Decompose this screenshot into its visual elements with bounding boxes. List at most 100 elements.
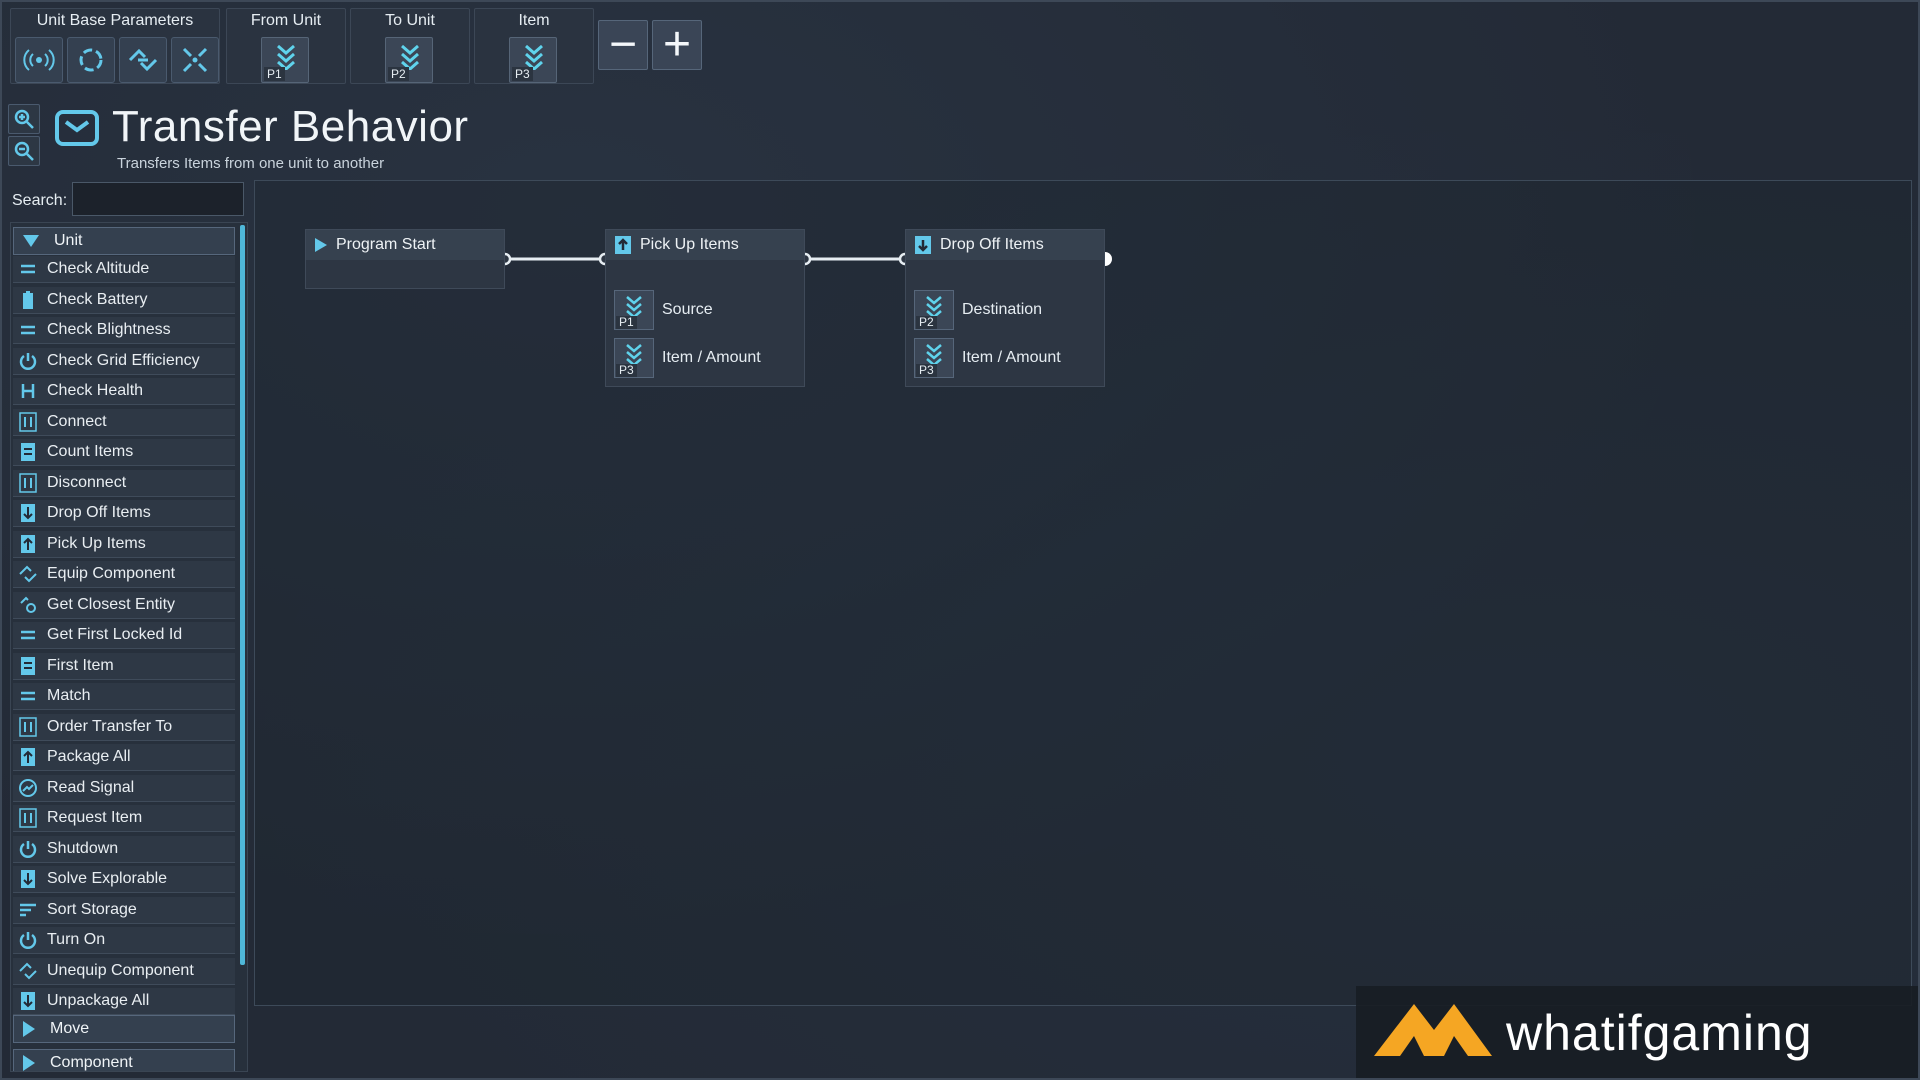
palette-item-label: Unequip Component: [47, 961, 194, 979]
param-tile: P3: [914, 338, 954, 378]
palette-item[interactable]: Match: [13, 683, 235, 710]
search-label: Search:: [12, 192, 68, 209]
palette-item-label: Check Battery: [47, 290, 148, 308]
param-from-unit[interactable]: From Unit P1: [226, 8, 346, 84]
remove-parameter-button[interactable]: −: [598, 20, 648, 70]
pick-up-icon: [615, 236, 631, 254]
palette-item-label: Get Closest Entity: [47, 595, 176, 613]
palette-item-label: Match: [47, 687, 91, 704]
node-param-row[interactable]: P2 Destination: [914, 290, 1042, 330]
param-to-unit[interactable]: To Unit P2: [350, 8, 470, 84]
palette-item[interactable]: Unpackage All: [13, 988, 235, 1015]
zoom-out-icon: [14, 141, 34, 161]
node-header[interactable]: Pick Up Items: [606, 230, 804, 260]
palette-item[interactable]: Count Items: [13, 439, 235, 466]
param-label: From Unit: [250, 12, 322, 29]
palette-item-label: Package All: [47, 748, 131, 765]
param-row-label: Destination: [962, 301, 1043, 318]
category-label: Component: [50, 1054, 133, 1071]
palette-item[interactable]: Package All: [13, 744, 235, 771]
category-unit[interactable]: Unit: [13, 227, 235, 255]
component-icon: [17, 564, 39, 584]
palette-item-label: Unpackage All: [47, 992, 150, 1009]
unit-base-parameters-group: Unit Base Parameters: [10, 8, 220, 84]
node-param-row[interactable]: P3 Item / Amount: [914, 338, 1061, 378]
connect-icon: [17, 716, 39, 737]
zoom-out-button[interactable]: [8, 136, 40, 166]
link-icon[interactable]: [119, 37, 167, 83]
node-title: Program Start: [336, 236, 436, 253]
param-tile[interactable]: P3: [509, 37, 557, 83]
category-component[interactable]: Component: [13, 1049, 235, 1071]
palette-item[interactable]: Get Closest Entity: [13, 591, 235, 619]
palette-item[interactable]: Check Grid Efficiency: [13, 347, 235, 375]
node-pick-up-items[interactable]: Pick Up Items P1 Source P3 Item / Amount: [605, 229, 805, 387]
connect-icon: [17, 808, 39, 828]
category-move[interactable]: Move: [13, 1015, 235, 1043]
palette-item[interactable]: Get First Locked Id: [13, 622, 235, 649]
palette-item-label: Read Signal: [47, 778, 135, 796]
node-param-row[interactable]: P1 Source: [614, 290, 713, 330]
palette-item-label: Turn On: [47, 931, 106, 948]
palette-item[interactable]: Turn On: [13, 927, 235, 954]
palette-item[interactable]: Connect: [13, 408, 235, 436]
palette-item[interactable]: Check Altitude: [13, 256, 235, 283]
count-icon: [17, 442, 39, 462]
zoom-in-button[interactable]: [8, 104, 40, 134]
program-canvas[interactable]: Program Start Pick Up Items P1 Source P3…: [254, 180, 1912, 1006]
search-input[interactable]: [72, 182, 244, 216]
param-tile[interactable]: P1: [261, 37, 309, 83]
watermark-logo: [1374, 1004, 1492, 1056]
behavior-icon: [55, 110, 99, 146]
palette-item[interactable]: Pick Up Items: [13, 530, 235, 558]
palette-item-label: Pick Up Items: [47, 534, 146, 552]
param-tag: P2: [388, 67, 409, 81]
pick-up-icon: [17, 534, 39, 554]
node-header[interactable]: Program Start: [306, 230, 504, 260]
palette-item-label: Request Item: [47, 809, 143, 826]
chevron-right-icon: [23, 1021, 35, 1037]
node-header[interactable]: Drop Off Items: [906, 230, 1104, 260]
palette-item[interactable]: Drop Off Items: [13, 500, 235, 527]
palette-item[interactable]: Equip Component: [13, 561, 235, 588]
palette-item[interactable]: Check Health: [13, 378, 235, 405]
drop-off-icon: [17, 869, 39, 889]
node-param-row[interactable]: P3 Item / Amount: [614, 338, 761, 378]
equals-icon: [17, 686, 39, 706]
palette-item[interactable]: Sort Storage: [13, 896, 235, 924]
node-drop-off-items[interactable]: Drop Off Items P2 Destination P3 Item / …: [905, 229, 1105, 387]
category-label: Unit: [54, 232, 83, 249]
palette-item[interactable]: Check Battery: [13, 286, 235, 314]
node-program-start[interactable]: Program Start: [305, 229, 505, 289]
compress-icon[interactable]: [171, 37, 219, 83]
palette-item-label: Check Grid Efficiency: [47, 351, 200, 369]
cycle-icon[interactable]: [67, 37, 115, 83]
power-icon: [17, 351, 39, 371]
battery-icon: [17, 290, 39, 310]
param-tile[interactable]: P2: [385, 37, 433, 83]
param-row-label: Item / Amount: [962, 349, 1061, 366]
palette-item[interactable]: Solve Explorable: [13, 866, 235, 893]
palette-item[interactable]: Read Signal: [13, 774, 235, 802]
palette-item-label: Sort Storage: [47, 900, 137, 918]
instruction-palette: Unit Check Altitude Check Battery Check Bl…: [10, 222, 248, 1072]
palette-item-label: Disconnect: [47, 473, 127, 491]
palette-item-label: Drop Off Items: [47, 504, 151, 521]
palette-item[interactable]: Check Blightness: [13, 317, 235, 344]
add-parameter-button[interactable]: +: [652, 20, 702, 70]
palette-item[interactable]: Unequip Component: [13, 957, 235, 985]
zoom-in-icon: [14, 109, 34, 129]
palette-item[interactable]: Shutdown: [13, 835, 235, 863]
param-item[interactable]: Item P3: [474, 8, 594, 84]
signal-icon[interactable]: [15, 37, 63, 83]
watermark-text: whatifgaming: [1506, 1005, 1813, 1061]
palette-scrollbar[interactable]: [240, 225, 245, 965]
palette-item[interactable]: Request Item: [13, 805, 235, 832]
connect-icon: [17, 472, 39, 493]
palette-item[interactable]: Disconnect: [13, 469, 235, 497]
power-icon: [17, 930, 39, 950]
component-icon: [17, 961, 39, 981]
palette-item-label: Solve Explorable: [47, 870, 168, 887]
palette-item[interactable]: Order Transfer To: [13, 713, 235, 741]
palette-item[interactable]: First Item: [13, 652, 235, 680]
